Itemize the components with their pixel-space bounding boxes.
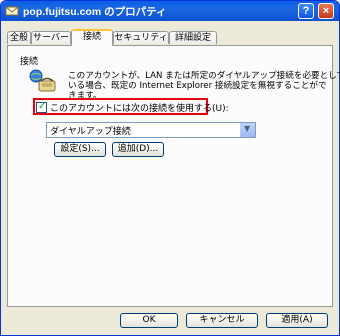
help-button[interactable]: ?	[298, 3, 314, 19]
check-mark-icon: ✓	[38, 101, 47, 112]
tab-server[interactable]: サーバー	[31, 31, 71, 44]
cancel-button[interactable]: キャンセル	[186, 313, 258, 328]
chevron-down-icon: ▼	[244, 124, 251, 133]
mail-account-icon	[5, 6, 19, 16]
apply-button[interactable]: 適用(A)	[266, 313, 328, 328]
connection-panel: 接続 このアカウントが、LAN または所定のダイヤルアップ接続を必要として いる…	[7, 45, 340, 307]
ok-button[interactable]: OK	[120, 313, 178, 328]
tab-connection[interactable]: 接続	[71, 29, 113, 46]
description-line: いる場合、既定の Internet Explorer 接続設定を無視することがで	[68, 81, 327, 91]
window-title: pop.fujitsu.com のプロパティ	[23, 6, 167, 18]
group-label: 接続	[20, 57, 39, 67]
tab-security[interactable]: セキュリティ	[113, 31, 169, 44]
connection-description: このアカウントが、LAN または所定のダイヤルアップ接続を必要として いる場合、…	[68, 71, 340, 101]
dropdown-value: ダイヤルアップ接続	[50, 127, 131, 137]
title-bar[interactable]: pop.fujitsu.com のプロパティ ? ×	[1, 1, 339, 21]
close-button[interactable]: ×	[318, 3, 334, 19]
description-line: このアカウントが、LAN または所定のダイヤルアップ接続を必要として	[68, 71, 340, 81]
tab-general[interactable]: 全般	[7, 31, 31, 44]
use-connection-checkbox[interactable]: ✓	[36, 101, 47, 113]
use-connection-label[interactable]: このアカウントには次の接続を使用する(U):	[50, 101, 229, 114]
connection-dropdown[interactable]: ダイヤルアップ接続 ▼	[46, 122, 256, 138]
dropdown-arrow-button[interactable]: ▼	[240, 123, 255, 137]
settings-button[interactable]: 設定(S)...	[54, 142, 106, 157]
add-button[interactable]: 追加(D)...	[112, 142, 164, 157]
dialup-connection-icon	[29, 69, 56, 92]
properties-dialog: pop.fujitsu.com のプロパティ ? × 全般 サーバー 接続 セキ…	[0, 0, 340, 336]
tab-advanced[interactable]: 詳細設定	[169, 31, 217, 44]
